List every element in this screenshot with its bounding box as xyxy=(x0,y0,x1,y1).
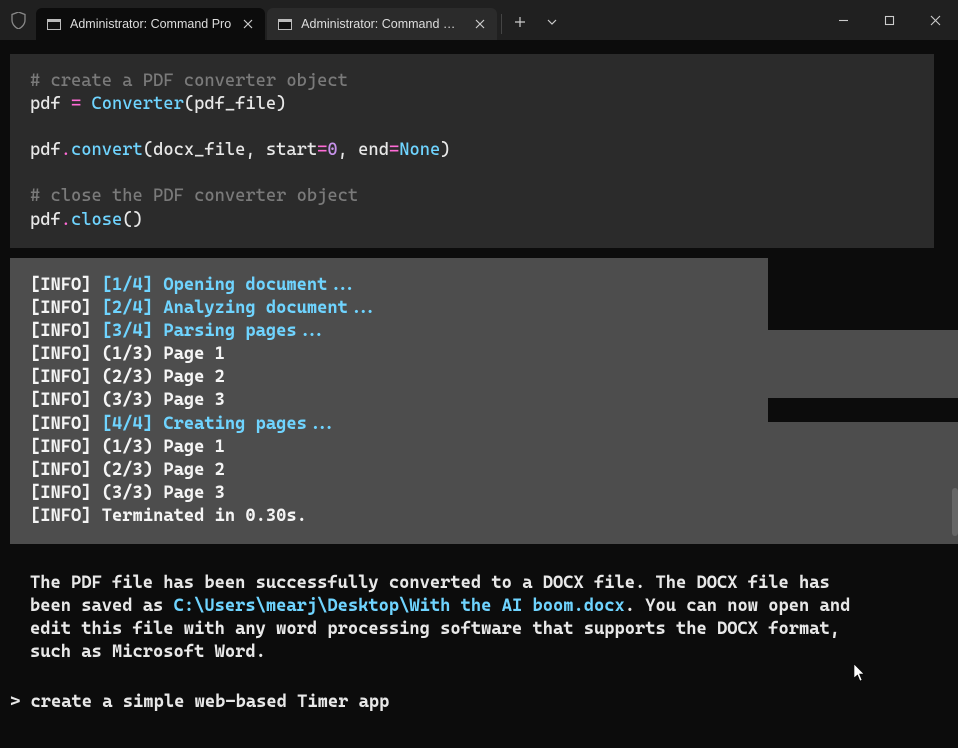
tab-1-title: Administrator: Command Pro xyxy=(70,17,231,31)
titlebar: Administrator: Command Pro Administrator… xyxy=(0,0,958,40)
tab-2[interactable]: Administrator: Command Pron xyxy=(267,8,497,40)
output-line: [INFO] Terminated in 0.30s. xyxy=(30,505,938,528)
tab-dropdown-button[interactable] xyxy=(536,6,568,38)
prompt-input[interactable]: create a simple web-based Timer app xyxy=(31,692,390,712)
maximize-button[interactable] xyxy=(866,0,912,40)
output-line: [INFO] (2/3) Page 2 xyxy=(30,459,938,482)
minimize-button[interactable] xyxy=(820,0,866,40)
shield-icon xyxy=(0,12,36,29)
redaction-bar xyxy=(768,398,958,422)
code-block: # create a PDF converter object pdf = Co… xyxy=(10,54,934,248)
file-path: C:\Users\mearj\Desktop\With the AI boom.… xyxy=(174,596,625,616)
cmd-icon xyxy=(277,16,293,32)
redaction-bar xyxy=(768,258,958,330)
tab-1-close-icon[interactable] xyxy=(239,15,257,33)
summary-text: The PDF file has been successfully conve… xyxy=(30,572,878,664)
close-button[interactable] xyxy=(912,0,958,40)
mouse-cursor-icon xyxy=(854,664,866,686)
tab-2-title: Administrator: Command Pron xyxy=(301,17,463,31)
tab-2-close-icon[interactable] xyxy=(471,15,489,33)
window-controls xyxy=(820,0,958,40)
output-line: [INFO] (1/3) Page 1 xyxy=(30,436,938,459)
code-comment: # create a PDF converter object xyxy=(30,71,348,91)
cmd-icon xyxy=(46,16,62,32)
code-comment: # close the PDF converter object xyxy=(30,186,358,206)
output-line: [INFO] (1/3) Page 1 xyxy=(30,343,938,366)
tab-divider xyxy=(501,14,502,34)
tab-1[interactable]: Administrator: Command Pro xyxy=(36,8,265,40)
prompt-symbol: > xyxy=(10,692,31,712)
terminal-content[interactable]: # create a PDF converter object pdf = Co… xyxy=(0,40,958,748)
output-line: [INFO] (3/3) Page 3 xyxy=(30,482,938,505)
new-tab-button[interactable] xyxy=(504,6,536,38)
output-line: [INFO] (2/3) Page 2 xyxy=(30,366,938,389)
prompt-line[interactable]: > create a simple web-based Timer app xyxy=(10,692,389,712)
scrollbar-thumb[interactable] xyxy=(952,488,958,536)
